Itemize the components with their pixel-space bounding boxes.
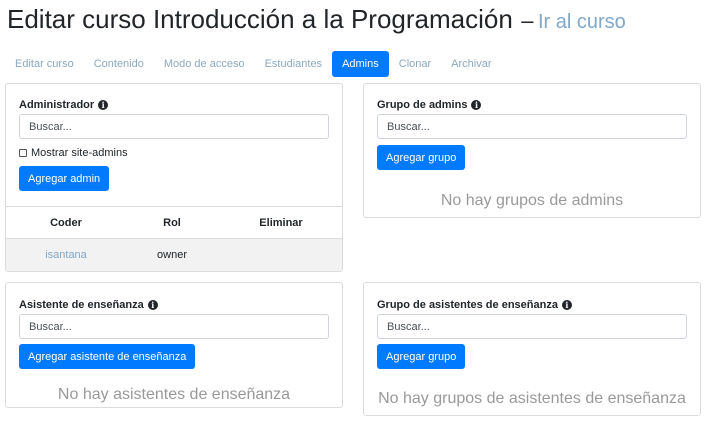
add-teaching-assistant-group-button[interactable]: Agregar grupo	[377, 344, 466, 369]
info-icon[interactable]: i	[471, 100, 482, 110]
show-site-admins-checkbox[interactable]	[19, 149, 27, 157]
show-site-admins-label: Mostrar site-admins	[31, 147, 128, 159]
course-tabs: Editar curso Contenido Modo de acceso Es…	[5, 51, 502, 77]
tab-editar-curso[interactable]: Editar curso	[5, 51, 84, 77]
role-cell: owner	[157, 249, 187, 261]
page-header: Editar curso Introducción a la Programac…	[7, 4, 626, 35]
teaching-assistant-groups-card-title-text: Grupo de asistentes de enseñanza	[377, 299, 558, 311]
admin-groups-empty-message: No hay grupos de admins	[440, 192, 624, 209]
add-admin-group-button[interactable]: Agregar grupo	[377, 145, 466, 170]
info-icon[interactable]: i	[147, 300, 158, 310]
column-header-eliminar: Eliminar	[259, 217, 303, 229]
tab-archivar[interactable]: Archivar	[441, 51, 501, 77]
show-site-admins-row: Mostrar site-admins	[19, 147, 128, 159]
tab-contenido[interactable]: Contenido	[84, 51, 154, 77]
coder-link[interactable]: isantana	[26, 249, 106, 261]
admin-card-title: Administrador i	[19, 99, 109, 111]
tab-estudiantes[interactable]: Estudiantes	[255, 51, 332, 77]
table-row: isantana owner	[6, 239, 342, 271]
teaching-assistant-card-title-text: Asistente de enseñanza	[19, 299, 144, 311]
teaching-assistant-groups-card-title: Grupo de asistentes de enseñanza i	[377, 299, 572, 311]
admin-groups-card-title-text: Grupo de admins	[377, 99, 468, 111]
admin-groups-card-title: Grupo de admins i	[377, 99, 482, 111]
info-icon[interactable]: i	[98, 100, 109, 110]
column-header-coder: Coder	[50, 217, 82, 229]
go-to-course-link[interactable]: Ir al curso	[538, 11, 626, 33]
teaching-assistant-search-input[interactable]	[19, 314, 329, 339]
teaching-assistant-empty-message: No hay asistentes de enseñanza	[57, 386, 291, 403]
add-admin-button[interactable]: Agregar admin	[19, 166, 110, 191]
add-teaching-assistant-button[interactable]: Agregar asistente de enseñanza	[19, 344, 196, 369]
teaching-assistant-card-title: Asistente de enseñanza i	[19, 299, 158, 311]
teaching-assistant-card: Asistente de enseñanza i Agregar asisten…	[5, 282, 343, 408]
admin-search-input[interactable]	[19, 114, 329, 139]
admin-card-title-text: Administrador	[19, 99, 95, 111]
teaching-assistant-groups-empty-message: No hay grupos de asistentes de enseñanza	[378, 390, 686, 407]
teaching-assistant-groups-search-input[interactable]	[377, 314, 687, 339]
tab-clonar[interactable]: Clonar	[389, 51, 441, 77]
info-icon[interactable]: i	[561, 300, 572, 310]
title-separator: –	[521, 8, 534, 33]
admin-groups-search-input[interactable]	[377, 114, 687, 139]
column-header-rol: Rol	[163, 217, 181, 229]
admin-card: Administrador i Mostrar site-admins Agre…	[5, 83, 343, 272]
page-title: Editar curso Introducción a la Programac…	[7, 4, 513, 34]
teaching-assistant-groups-card: Grupo de asistentes de enseñanza i Agreg…	[363, 282, 701, 416]
admin-table-header: Coder Rol Eliminar	[6, 206, 342, 239]
tab-admins[interactable]: Admins	[332, 51, 389, 77]
admin-groups-card: Grupo de admins i Agregar grupo No hay g…	[363, 83, 701, 218]
tab-modo-de-acceso[interactable]: Modo de acceso	[154, 51, 255, 77]
